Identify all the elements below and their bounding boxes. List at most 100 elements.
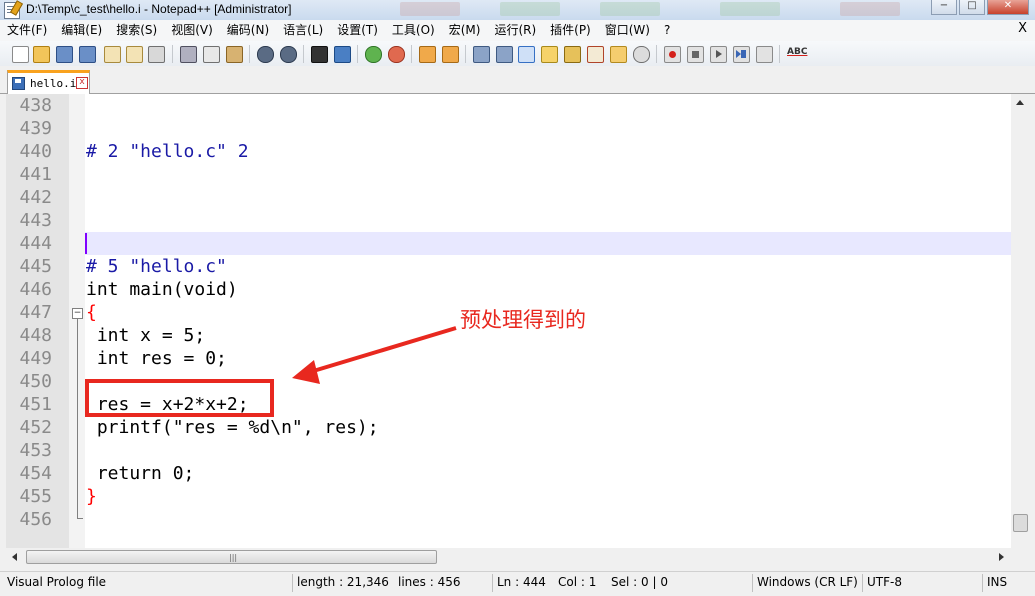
stop-macro-icon[interactable] (687, 46, 704, 63)
cut-icon[interactable] (180, 46, 197, 63)
spell-check-icon[interactable]: ABC (787, 46, 807, 61)
monitoring-icon[interactable] (633, 46, 650, 63)
title-bar: D:\Temp\c_test\hello.i - Notepad++ [Admi… (0, 0, 1035, 21)
find-icon[interactable] (311, 46, 328, 63)
tab-hello-i[interactable]: hello.i x (7, 70, 90, 95)
save-all-icon[interactable] (79, 46, 96, 63)
line-number: 455 (19, 486, 52, 507)
maximize-button[interactable]: □ (959, 0, 985, 15)
menu-window[interactable]: 窗口(W) (598, 21, 657, 40)
sync-v-icon[interactable] (419, 46, 436, 63)
scroll-up-icon[interactable] (1016, 100, 1024, 105)
play-macro-icon[interactable] (710, 46, 727, 63)
menu-settings[interactable]: 设置(T) (330, 21, 385, 40)
tab-label: hello.i (30, 77, 77, 90)
line-number: 453 (19, 440, 52, 461)
udl-icon[interactable] (541, 46, 558, 63)
line-text-447: { (86, 302, 97, 323)
scroll-left-icon[interactable] (12, 553, 17, 561)
window-title: D:\Temp\c_test\hello.i - Notepad++ [Admi… (26, 2, 292, 16)
save-icon[interactable] (56, 46, 73, 63)
line-number: 446 (19, 279, 52, 300)
replace-icon[interactable] (334, 46, 351, 63)
copy-icon[interactable] (203, 46, 220, 63)
close-document-button[interactable]: X (1018, 21, 1027, 36)
horizontal-scroll-thumb[interactable]: ||| (26, 550, 437, 564)
code-line: 444 (6, 232, 1011, 255)
notepadpp-icon (4, 2, 20, 19)
zoom-out-icon[interactable] (388, 46, 405, 63)
function-list-icon[interactable] (587, 46, 604, 63)
menu-search[interactable]: 搜索(S) (109, 21, 164, 40)
code-line: 456 (6, 508, 1011, 531)
menu-encoding[interactable]: 编码(N) (220, 21, 276, 40)
close-all-icon[interactable] (126, 46, 143, 63)
indent-guide-icon[interactable] (518, 46, 535, 63)
menu-tools[interactable]: 工具(O) (385, 21, 442, 40)
line-number: 440 (19, 141, 52, 162)
status-sel: Sel : 0 | 0 (611, 575, 668, 589)
vertical-scroll-thumb[interactable] (1013, 514, 1028, 532)
tab-close-icon[interactable]: x (76, 77, 88, 89)
line-number: 450 (19, 371, 52, 392)
line-text-449: int res = 0; (86, 348, 227, 369)
doc-map-icon[interactable] (564, 46, 581, 63)
menu-edit[interactable]: 编辑(E) (54, 21, 109, 40)
fold-toggle-icon[interactable]: − (72, 308, 83, 319)
menu-view[interactable]: 视图(V) (164, 21, 220, 40)
paste-icon[interactable] (226, 46, 243, 63)
code-line: 449 int res = 0; (6, 347, 1011, 370)
word-wrap-icon[interactable] (473, 46, 490, 63)
code-line: 445 # 5 "hello.c" (6, 255, 1011, 278)
open-file-icon[interactable] (33, 46, 50, 63)
show-all-chars-icon[interactable] (496, 46, 513, 63)
save-macro-icon[interactable] (756, 46, 773, 63)
code-line: 453 (6, 439, 1011, 462)
menu-macro[interactable]: 宏(M) (442, 21, 488, 40)
scroll-right-icon[interactable] (999, 553, 1004, 561)
run-macro-multiple-icon[interactable] (733, 46, 750, 63)
line-number: 449 (19, 348, 52, 369)
undo-icon[interactable] (257, 46, 274, 63)
line-number: 441 (19, 164, 52, 185)
line-text-455: } (86, 486, 97, 507)
line-number: 442 (19, 187, 52, 208)
folder-workspace-icon[interactable] (610, 46, 627, 63)
line-number: 448 (19, 325, 52, 346)
line-text-440: # 2 "hello.c" 2 (86, 141, 249, 162)
annotation-label: 预处理得到的 (460, 308, 586, 332)
close-button[interactable]: ✕ (987, 0, 1029, 15)
minimize-button[interactable]: − (931, 0, 957, 15)
line-number: 447 (19, 302, 52, 323)
print-icon[interactable] (148, 46, 165, 63)
line-text-446: int main(void) (86, 279, 238, 300)
taskbar-ghost (720, 2, 780, 16)
redo-icon[interactable] (280, 46, 297, 63)
menu-plugins[interactable]: 插件(P) (543, 21, 598, 40)
highlight-box (85, 379, 274, 417)
taskbar-ghost (600, 2, 660, 16)
new-file-icon[interactable] (12, 46, 29, 63)
sync-h-icon[interactable] (442, 46, 459, 63)
status-length: length : 21,346 (297, 575, 389, 589)
code-line: 443 (6, 209, 1011, 232)
horizontal-scrollbar[interactable]: ||| (6, 548, 1011, 566)
line-number: 438 (19, 95, 52, 116)
status-lines: lines : 456 (398, 575, 461, 589)
record-macro-icon[interactable] (664, 46, 681, 63)
close-icon[interactable] (104, 46, 121, 63)
menu-run[interactable]: 运行(R) (487, 21, 543, 40)
menu-file[interactable]: 文件(F) (0, 21, 54, 40)
status-bar: Visual Prolog file length : 21,346 lines… (0, 571, 1035, 595)
code-line: 438 (6, 94, 1011, 117)
code-line: 440 # 2 "hello.c" 2 (6, 140, 1011, 163)
code-line: 455 } (6, 485, 1011, 508)
taskbar-ghost (840, 2, 900, 16)
zoom-in-icon[interactable] (365, 46, 382, 63)
code-line: 442 (6, 186, 1011, 209)
vertical-scrollbar[interactable] (1011, 94, 1029, 548)
code-line: 441 (6, 163, 1011, 186)
menu-help[interactable]: ? (657, 21, 677, 40)
menu-language[interactable]: 语言(L) (276, 21, 330, 40)
line-text-452: printf("res = %d\n", res); (86, 417, 379, 438)
